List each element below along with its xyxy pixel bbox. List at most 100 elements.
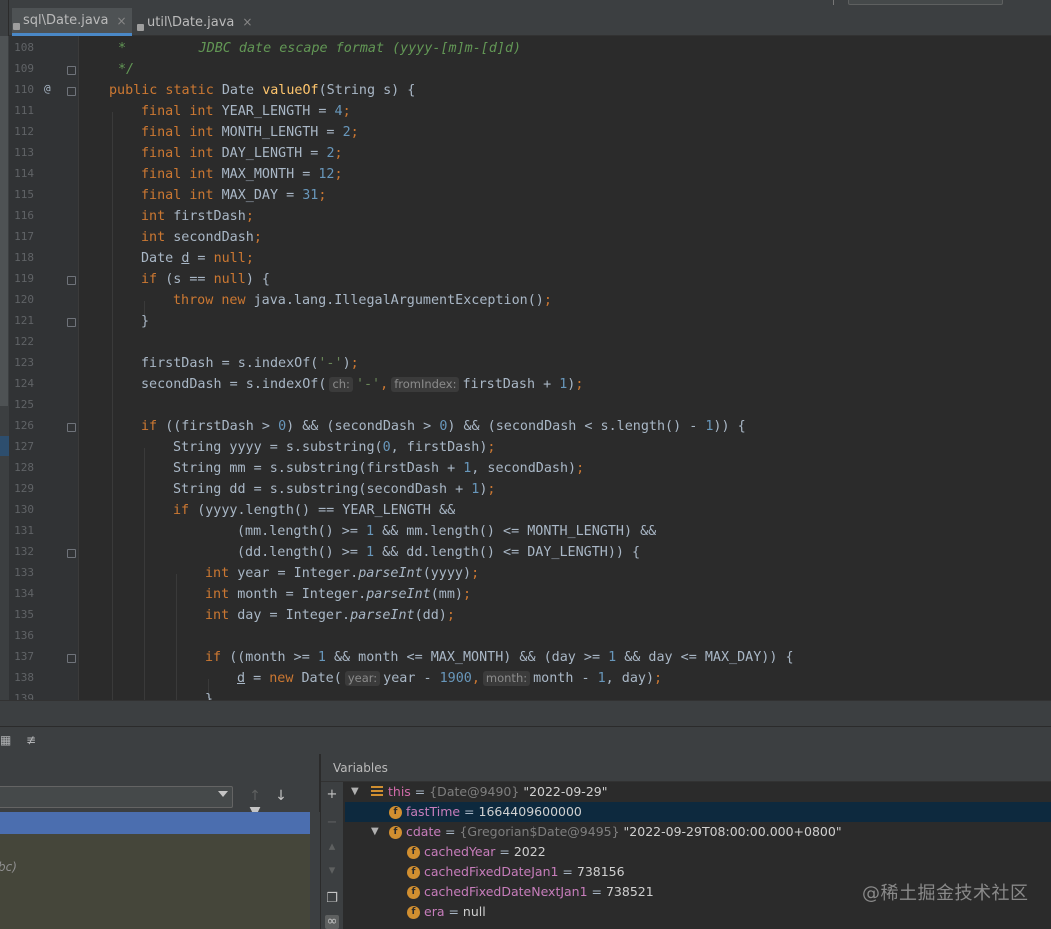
code-text: secondDash = s.indexOf(ch: '-', fromIndex:… [141,377,584,392]
arrow-up-icon[interactable]: ▴ [325,840,339,854]
code-line-128[interactable]: 128 String mm = s.substring(firstDash + … [0,458,1051,479]
code-editor[interactable]: 108 * JDBC date escape format (yyyy-[m]m… [0,36,1051,700]
frames-list[interactable]: bc) [0,812,310,929]
override-marker-icon[interactable]: @ [44,82,51,95]
line-number: 116 [14,209,34,222]
thread-selector[interactable] [0,786,233,808]
close-icon[interactable]: × [242,15,252,29]
var-row-this[interactable]: ▼ this = {Date@9490} "2022-09-29" [345,782,1051,802]
code-line-119[interactable]: 119 if (s == null) { [0,269,1051,290]
code-line-131[interactable]: 131 (mm.length() >= 1 && mm.length() <= … [0,521,1051,542]
code-line-108[interactable]: 108 * JDBC date escape format (yyyy-[m]m… [0,38,1051,59]
code-line-125[interactable]: 125 [0,395,1051,416]
code-text: int secondDash; [141,230,262,245]
line-number: 138 [14,671,34,684]
add-watch-button[interactable]: + [325,788,339,802]
line-number: 123 [14,356,34,369]
code-text: final int MAX_DAY = 31; [141,188,327,203]
fold-marker-icon[interactable] [67,318,76,327]
code-line-138[interactable]: 138 d = new Date(year: year - 1900, month:… [0,668,1051,689]
close-icon[interactable]: × [116,14,126,28]
code-text: } [141,314,150,329]
fold-marker-icon[interactable] [67,423,76,432]
line-number: 119 [14,272,34,285]
tab-sql-date-java[interactable]: sql\Date.java × [12,8,132,36]
frames-scrollbar[interactable] [310,812,320,929]
tool-strip-left [0,0,9,36]
var-name: this [388,784,411,799]
code-line-139[interactable]: 139 } [0,689,1051,700]
code-line-123[interactable]: 123 firstDash = s.indexOf('-'); [0,353,1051,374]
field-icon: f [389,826,402,839]
code-line-110[interactable]: 110 @ public static Date valueOf(String … [0,80,1051,101]
code-line-127[interactable]: 127 String yyyy = s.substring(0, firstDa… [0,437,1051,458]
line-number: 136 [14,629,34,642]
code-line-122[interactable]: 122 [0,332,1051,353]
fold-marker-icon[interactable] [67,87,76,96]
code-line-135[interactable]: 135 int day = Integer.parseInt(dd); [0,605,1051,626]
frames-pane: ↑↓▼ bc) [0,754,320,929]
code-line-109[interactable]: 109 */ [0,59,1051,80]
code-text: int day = Integer.parseInt(dd); [205,608,455,623]
tab-util-date-java[interactable]: util\Date.java × [136,8,254,36]
line-number: 137 [14,650,34,663]
fold-marker-icon[interactable] [67,654,76,663]
chevron-down-icon [218,791,228,797]
variables-tree[interactable]: ▼ this = {Date@9490} "2022-09-29" f fast… [345,782,1051,929]
var-row-cdate[interactable]: ▼ f cdate = {Gregorian$Date@9495} "2022-… [345,822,1051,842]
var-row-cachedyear[interactable]: f cachedYear = 2022 [345,842,1051,862]
code-text: if ((firstDash > 0) && (secondDash > 0) … [141,419,746,434]
code-text: String dd = s.substring(secondDash + 1); [173,482,496,497]
line-number: 135 [14,608,34,621]
minus-icon[interactable]: − [325,816,339,830]
code-line-130[interactable]: 130 if (yyyy.length() == YEAR_LENGTH && [0,500,1051,521]
tab-label: sql\Date.java [23,13,109,28]
selected-frame[interactable] [0,812,310,834]
code-line-113[interactable]: 113 final int DAY_LENGTH = 2; [0,143,1051,164]
code-line-112[interactable]: 112 final int MONTH_LENGTH = 2; [0,122,1051,143]
code-text: final int DAY_LENGTH = 2; [141,146,343,161]
copy-icon[interactable]: ❐ [325,892,339,906]
field-icon: f [407,886,420,899]
code-line-115[interactable]: 115 final int MAX_DAY = 31; [0,185,1051,206]
code-line-129[interactable]: 129 String dd = s.substring(secondDash +… [0,479,1051,500]
code-line-126[interactable]: 126 if ((firstDash > 0) && (secondDash >… [0,416,1051,437]
code-line-120[interactable]: 120 throw new java.lang.IllegalArgumentE… [0,290,1051,311]
code-line-118[interactable]: 118 Date d = null; [0,248,1051,269]
param-hint: month: [482,671,531,686]
code-line-133[interactable]: 133 int year = Integer.parseInt(yyyy); [0,563,1051,584]
code-line-117[interactable]: 117 int secondDash; [0,227,1051,248]
chevron-down-icon[interactable]: ▼ [351,782,359,802]
glasses-icon[interactable]: ∞ [325,915,339,929]
code-line-137[interactable]: 137 if ((month >= 1 && month <= MAX_MONT… [0,647,1051,668]
var-row-fasttime[interactable]: f fastTime = 1664409600000 [345,802,1051,822]
fold-marker-icon[interactable] [67,549,76,558]
var-row-era[interactable]: f era = null [345,902,1051,922]
restore-layout-icon[interactable]: ≢ [26,733,40,747]
field-icon: f [389,806,402,819]
arrow-down-icon[interactable]: ▾ [325,864,339,878]
chevron-down-icon[interactable]: ▼ [371,822,379,842]
run-config-selector[interactable] [848,0,1003,5]
line-number: 120 [14,293,34,306]
code-line-136[interactable]: 136 [0,626,1051,647]
code-line-132[interactable]: 132 (dd.length() >= 1 && dd.length() <= … [0,542,1051,563]
code-line-111[interactable]: 111 final int YEAR_LENGTH = 4; [0,101,1051,122]
code-line-114[interactable]: 114 final int MAX_MONTH = 12; [0,164,1051,185]
fold-marker-icon[interactable] [67,66,76,75]
field-icon: f [407,846,420,859]
arrow-down-icon[interactable]: ↓ [268,788,294,804]
code-text: int firstDash; [141,209,254,224]
code-line-134[interactable]: 134 int month = Integer.parseInt(mm); [0,584,1051,605]
line-number: 110 [14,83,34,96]
table-view-icon[interactable]: ▦ [0,733,14,747]
code-text: int year = Integer.parseInt(yyyy); [205,566,480,581]
arrow-up-icon[interactable]: ↑ [242,788,268,804]
fold-marker-icon[interactable] [67,276,76,285]
code-line-121[interactable]: 121 } [0,311,1051,332]
code-line-124[interactable]: 124 secondDash = s.indexOf(ch: '-', fromIn… [0,374,1051,395]
frame-label: bc) [0,860,17,874]
code-line-116[interactable]: 116 int firstDash; [0,206,1051,227]
var-value: 738521 [605,884,654,899]
line-number: 129 [14,482,34,495]
